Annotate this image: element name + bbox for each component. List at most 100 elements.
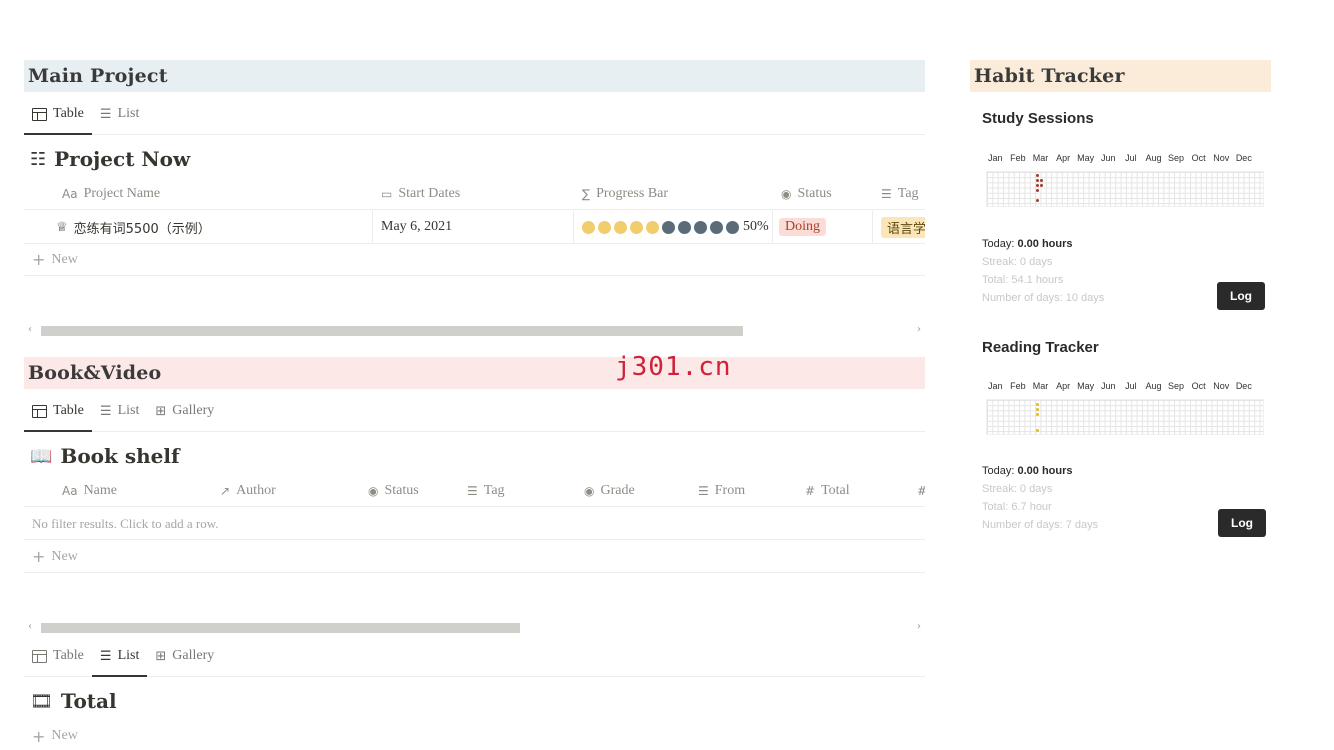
month-label: May [1077,153,1095,163]
column-tag[interactable]: ☰ Tag [881,178,925,210]
progress-dot-filled [646,220,659,234]
tab-list[interactable]: ☰ List [92,106,147,134]
activity-mark [1036,429,1039,432]
status-badge: Doing [779,218,826,236]
list-icon: ☰ [99,106,112,122]
habit-tracker-heading: Habit Tracker [974,65,1125,87]
total-title[interactable]: 🎞 Total [30,689,117,713]
progress-dot-empty [694,220,707,234]
number-icon: # [805,484,816,498]
empty-results-message[interactable]: No filter results. Click to add a row. [24,508,925,540]
streak-stat: Streak: 0 days [982,256,1053,268]
activity-mark [1036,179,1039,182]
tab-list[interactable]: ☰ List [92,403,147,431]
column-status[interactable]: ◉ Status [781,178,871,210]
book-video-heading: Book&Video [28,362,162,384]
add-new-row-button[interactable]: + New [24,244,925,276]
plus-icon: + [32,250,46,269]
watermark-text: j301.cn [615,352,732,382]
multi-select-icon: ☰ [881,187,892,201]
activity-mark [1040,179,1043,182]
formula-icon: ∑ [582,187,591,201]
month-label: Apr [1056,381,1071,391]
month-labels: Jan Feb Mar Apr May Jun Jul Aug Sep Oct Nov Dec [984,381,1255,391]
column-total[interactable]: # Total [805,475,905,507]
add-new-item-button[interactable]: + New [24,722,925,750]
multi-select-icon: ☰ [467,484,478,498]
scroll-left-icon[interactable]: ‹ [28,621,32,632]
tab-label: List [117,106,140,121]
tab-table[interactable]: Table [24,648,92,676]
table-row[interactable]: ♕ 恋练有词5500（示例） May 6, 2021 50% Doing 语言学 [24,211,925,244]
progress-dot-filled [614,220,627,234]
column-more[interactable]: # [917,475,925,507]
text-property-icon: Aa [62,187,78,201]
status-cell[interactable]: Doing [773,211,873,243]
progress-bar-cell[interactable]: 50% [574,211,773,243]
column-name[interactable]: Aa Name [62,475,212,507]
calendar-icon: ▭ [381,187,393,201]
film-icon: 🎞 [30,690,53,712]
gallery-icon: ⊞ [155,403,167,419]
start-date-cell[interactable]: May 6, 2021 [373,211,574,243]
list-icon: ☰ [99,403,112,419]
progress-dot-empty [710,220,723,234]
horizontal-scrollbar[interactable]: ‹ › [28,621,921,633]
month-label: Sep [1168,381,1185,391]
column-tag[interactable]: ☰ Tag [467,475,567,507]
widget-title: Study Sessions [982,110,1094,127]
tab-table[interactable]: Table [24,403,92,432]
book-shelf-title[interactable]: 📖 Book shelf [30,444,180,468]
column-author[interactable]: ↗ Author [220,475,360,507]
tag-cell[interactable]: 语言学 [873,211,925,243]
book-video-banner: Book&Video [24,357,925,389]
scrollbar-thumb[interactable] [41,623,520,633]
total-stat: Total: 54.1 hours [982,274,1064,286]
month-label: Jul [1125,153,1137,163]
month-labels: Jan Feb Mar Apr May Jun Jul Aug Sep Oct Nov Dec [984,153,1255,163]
column-from[interactable]: ☰ From [698,475,798,507]
tag-badge: 语言学 [881,216,925,238]
tab-gallery[interactable]: ⊞ Gallery [147,403,222,431]
column-progress-bar[interactable]: ∑ Progress Bar [582,178,772,210]
tab-table[interactable]: Table [24,106,92,135]
days-stat: Number of days: 10 days [982,292,1105,304]
select-icon: ◉ [368,484,379,498]
column-status[interactable]: ◉ Status [368,475,458,507]
scroll-left-icon[interactable]: ‹ [28,324,32,335]
column-project-name[interactable]: Aa Project Name [62,178,362,210]
column-grade[interactable]: ◉ Grade [584,475,684,507]
project-name-cell[interactable]: ♕ 恋练有词5500（示例） [24,211,373,243]
main-project-heading: Main Project [28,65,168,87]
month-label: Jun [1101,153,1116,163]
log-button[interactable]: Log [1218,509,1266,537]
table-icon [32,404,47,418]
tab-label: Table [53,106,84,121]
activity-mark [1036,413,1039,416]
month-label: Oct [1191,153,1206,163]
horizontal-scrollbar[interactable]: ‹ › [28,324,921,336]
multi-select-icon: ☰ [698,484,709,498]
add-new-row-button[interactable]: + New [24,541,925,573]
activity-mark [1036,184,1039,187]
tab-gallery[interactable]: ⊞ Gallery [147,648,222,676]
scroll-right-icon[interactable]: › [917,324,921,335]
number-icon: # [917,484,925,498]
table-icon [32,649,47,663]
project-now-title[interactable]: ☷ Project Now [30,147,190,171]
habit-tracker-banner: Habit Tracker [970,60,1271,92]
scroll-right-icon[interactable]: › [917,621,921,632]
month-label: May [1077,381,1095,391]
main-project-view-tabs: Table ☰ List [24,93,925,135]
tab-list[interactable]: ☰ List [91,648,148,677]
month-label: Dec [1235,381,1252,391]
widget-title: Reading Tracker [982,339,1099,356]
column-start-dates[interactable]: ▭ Start Dates [381,178,571,210]
today-stat: Today: 0.00 hours [982,238,1073,250]
log-button[interactable]: Log [1217,282,1265,310]
month-label: Mar [1032,381,1049,391]
gallery-icon: ⊞ [155,648,167,664]
scrollbar-thumb[interactable] [41,326,743,336]
plus-icon: + [32,547,46,566]
reading-tracker-widget: Reading Tracker Jan Feb Mar Apr May Jun Jul Aug… [982,339,1282,549]
